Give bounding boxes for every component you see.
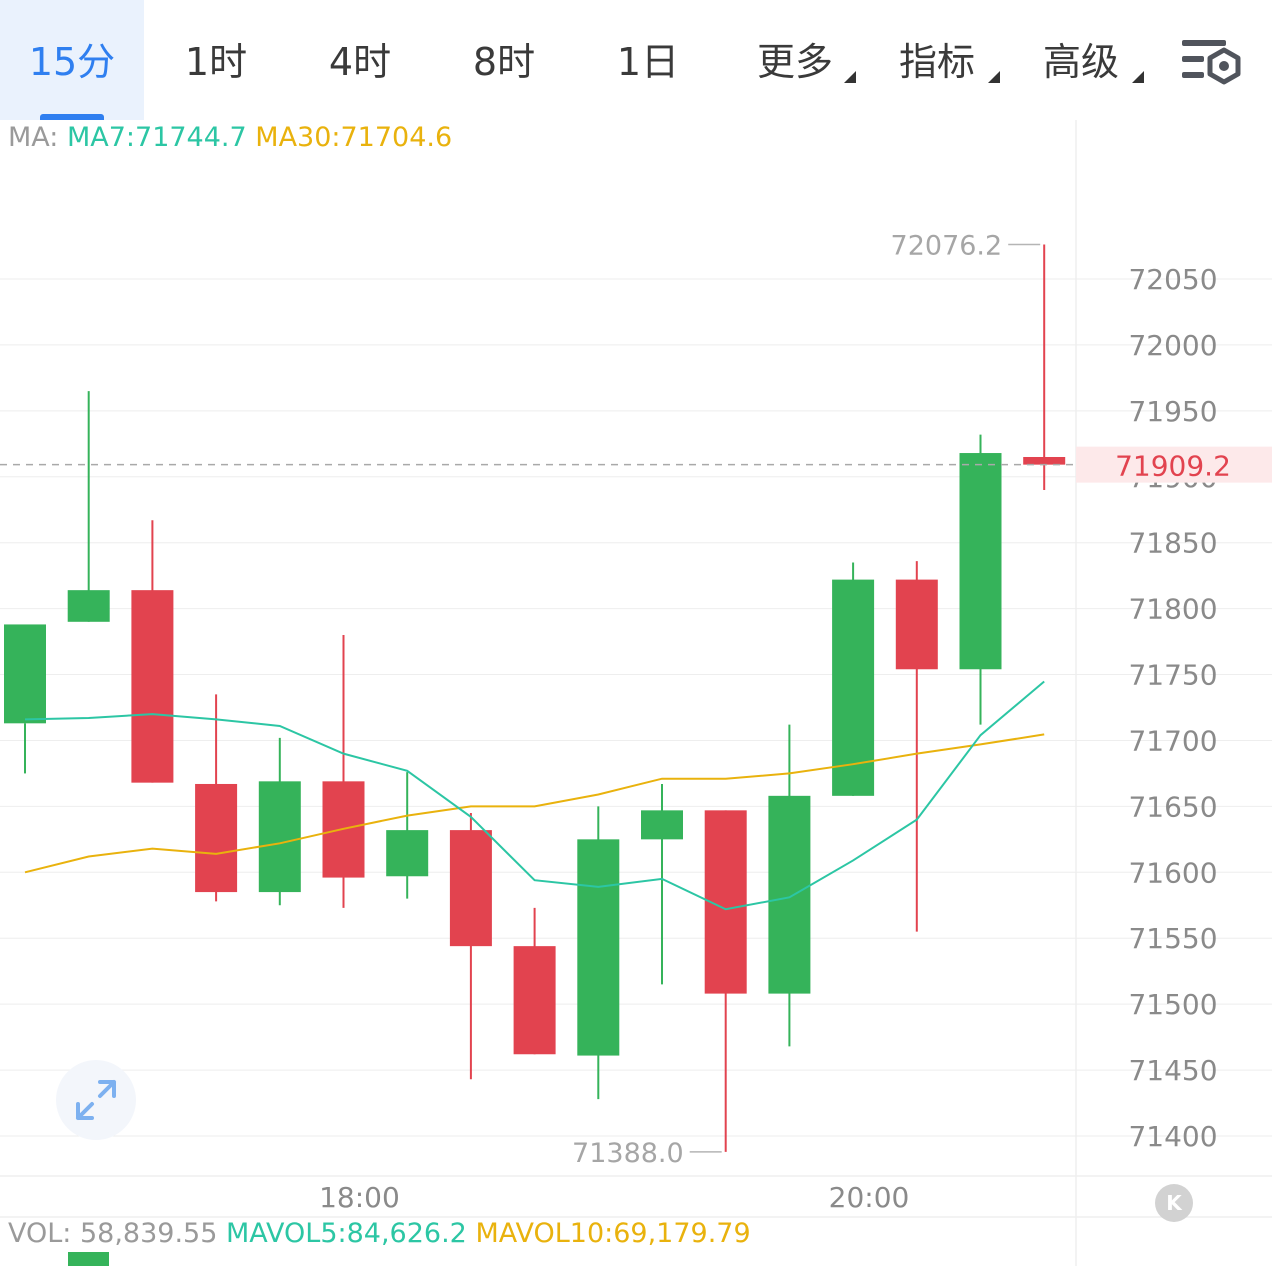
kline-reset-button[interactable]: K — [1155, 1184, 1193, 1222]
candle-down — [195, 694, 238, 902]
last-price-label: 71909.2 — [1115, 450, 1231, 483]
candle-body — [449, 830, 492, 947]
candle-down — [513, 907, 556, 1055]
candle-up — [959, 434, 1002, 725]
vol-value: 58,839.55 — [79, 1218, 218, 1249]
candle-down — [1023, 244, 1066, 490]
candle-body — [577, 839, 620, 1056]
volume-bar — [68, 1252, 109, 1266]
candle-up — [386, 772, 429, 899]
y-tick-label: 71450 — [1128, 1054, 1217, 1087]
expand-arrows-icon — [76, 1080, 116, 1120]
candle-body — [1023, 456, 1066, 465]
expand-chart-button[interactable] — [56, 1060, 136, 1140]
low-price-label: 71388.0 — [572, 1138, 684, 1169]
y-tick-label: 71850 — [1128, 527, 1217, 560]
candle-down — [322, 634, 365, 908]
candle-body — [195, 783, 238, 893]
y-tick-label: 71500 — [1128, 988, 1217, 1021]
candle-body — [513, 946, 556, 1055]
candle-body — [768, 795, 811, 994]
candle-down — [895, 561, 938, 932]
y-tick-label: 71650 — [1128, 790, 1217, 823]
candle-body — [641, 810, 683, 840]
y-tick-label: 71550 — [1128, 922, 1217, 955]
y-tick-label: 71950 — [1128, 395, 1217, 428]
y-tick-label: 71400 — [1128, 1120, 1217, 1153]
candle-body — [67, 590, 110, 622]
mavol5-value: MAVOL5:84,626.2 — [226, 1218, 467, 1249]
candle-up — [641, 783, 683, 985]
x-tick-label: 18:00 — [319, 1181, 400, 1214]
y-tick-label: 71750 — [1128, 659, 1217, 692]
candle-body — [386, 830, 429, 877]
candle-body — [258, 781, 301, 893]
candle-down — [131, 520, 174, 783]
candle-up — [4, 624, 46, 774]
candle-body — [895, 579, 938, 670]
y-tick-label: 71800 — [1128, 593, 1217, 626]
candle-down — [704, 810, 747, 1152]
candle-body — [4, 624, 46, 724]
y-tick-label: 72000 — [1128, 329, 1217, 362]
x-tick-label: 20:00 — [829, 1181, 910, 1214]
y-tick-label: 72050 — [1128, 263, 1217, 296]
ma30-line — [24, 733, 1045, 874]
candle-up — [258, 737, 301, 906]
volume-legend: VOL: 58,839.55 MAVOL5:84,626.2 MAVOL10:6… — [8, 1218, 751, 1249]
mavol10-value: MAVOL10:69,179.79 — [475, 1218, 751, 1249]
k-icon: K — [1166, 1191, 1182, 1215]
candle-body — [959, 453, 1002, 670]
candle-down — [449, 812, 492, 1080]
candle-up — [67, 391, 110, 622]
candle-up — [577, 806, 620, 1100]
y-tick-label: 71600 — [1128, 856, 1217, 889]
ma7-line — [24, 680, 1045, 911]
candlestick-chart[interactable]: 7205072000719507190071850718007175071700… — [0, 0, 1272, 1266]
vol-prefix: VOL: — [8, 1218, 72, 1249]
candle-body — [131, 590, 174, 783]
high-price-label: 72076.2 — [891, 230, 1003, 261]
y-tick-label: 71700 — [1128, 724, 1217, 757]
